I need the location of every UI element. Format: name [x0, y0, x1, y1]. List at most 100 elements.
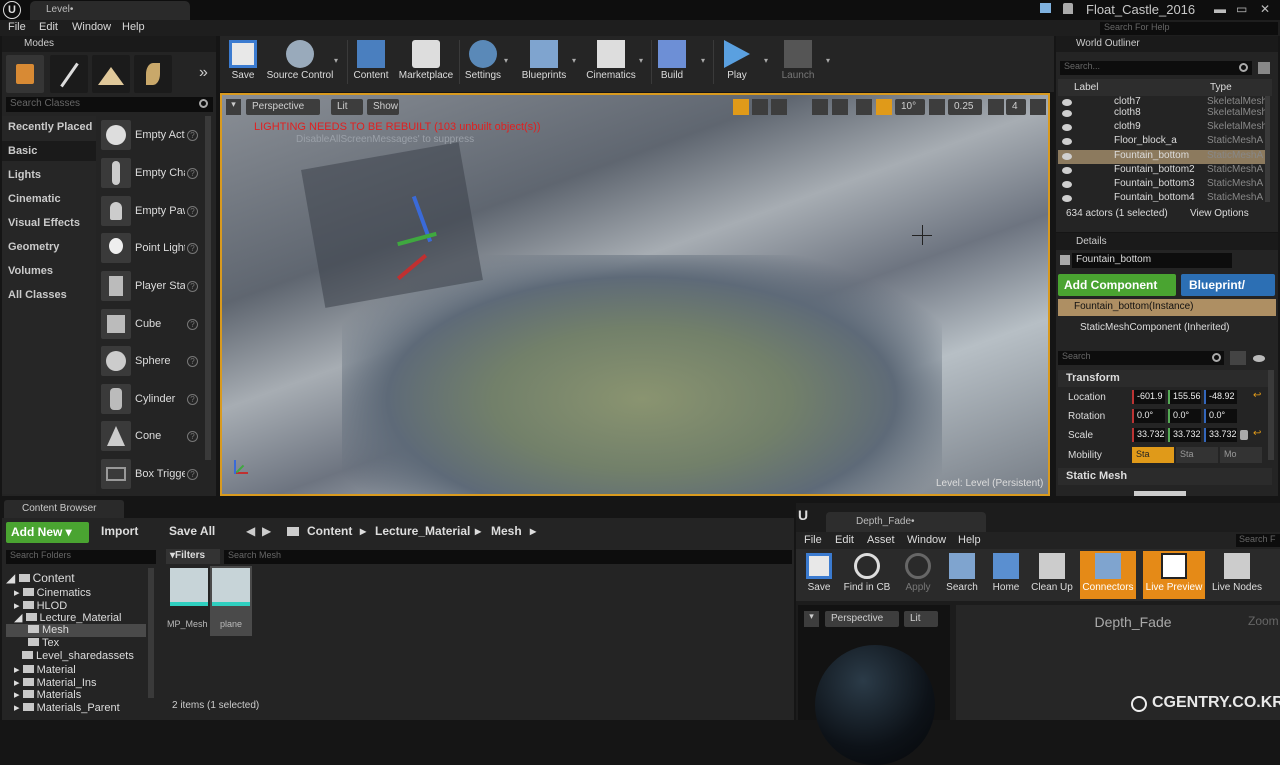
help-icon[interactable]: ?	[187, 431, 198, 442]
lock-icon[interactable]	[1063, 3, 1073, 14]
outliner-search-input[interactable]: Search...	[1060, 61, 1252, 75]
me-menu-asset[interactable]: Asset	[867, 534, 895, 546]
me-search-button[interactable]: Search	[942, 551, 982, 599]
add-new-button[interactable]: Add New ▾	[6, 522, 89, 543]
perspective-button[interactable]: Perspective	[246, 99, 320, 115]
rotation-snap-value[interactable]: 10°	[895, 99, 925, 115]
live-preview-button[interactable]: Live Preview	[1143, 551, 1205, 599]
location-x-field[interactable]: -601.9	[1132, 390, 1165, 404]
component-instance-row[interactable]: Fountain_bottom(Instance)	[1058, 299, 1276, 316]
category-volumes[interactable]: Volumes	[8, 265, 53, 277]
visibility-icon[interactable]	[1062, 124, 1072, 131]
scrollbar[interactable]	[1265, 96, 1270, 202]
lit-button[interactable]: Lit	[331, 99, 363, 115]
connectors-button[interactable]: Connectors	[1080, 551, 1136, 599]
preview-options-icon[interactable]: ▾	[804, 611, 819, 627]
menu-edit[interactable]: Edit	[39, 21, 58, 33]
help-icon[interactable]: ?	[187, 130, 198, 141]
breadcrumb-mesh[interactable]: Mesh	[491, 524, 522, 538]
maximize-icon[interactable]: ▭	[1236, 2, 1247, 16]
save-all-button[interactable]: Save All	[169, 524, 215, 538]
rotation-snap-icon[interactable]	[876, 99, 892, 115]
scrollbar[interactable]	[205, 116, 211, 460]
grid-snap-icon[interactable]	[856, 99, 872, 115]
box-trigger-icon[interactable]	[101, 459, 131, 489]
level-viewport[interactable]	[220, 93, 1050, 496]
menu-help[interactable]: Help	[122, 21, 145, 33]
lock-icon[interactable]	[1240, 430, 1248, 440]
blueprints-button[interactable]: Blueprints	[518, 38, 570, 88]
search-folders-input[interactable]: Search Folders	[6, 550, 156, 564]
home-button[interactable]: Home	[986, 551, 1026, 599]
column-label[interactable]: Label	[1074, 82, 1098, 93]
actor-empty-pawn[interactable]: Empty Pawn	[135, 205, 185, 217]
mesh-thumbnail[interactable]	[1134, 491, 1186, 496]
actor-sphere[interactable]: Sphere	[135, 355, 185, 367]
scale-label[interactable]: Scale	[1068, 430, 1093, 441]
visibility-icon[interactable]	[1062, 138, 1072, 145]
chevron-down-icon[interactable]: ▾	[764, 56, 768, 65]
folder-materials[interactable]: ▸ Materials	[14, 688, 81, 701]
help-icon[interactable]: ?	[187, 243, 198, 254]
rotation-label[interactable]: Rotation	[1068, 411, 1105, 422]
cylinder-icon[interactable]	[101, 384, 131, 414]
help-icon[interactable]: ?	[187, 168, 198, 179]
scale-snap-icon[interactable]	[929, 99, 945, 115]
viewport-options-icon[interactable]: ▾	[226, 99, 241, 115]
settings-button[interactable]: Settings	[462, 38, 504, 88]
save-button[interactable]: Save	[226, 38, 260, 88]
cone-icon[interactable]	[101, 421, 131, 451]
landscape-mode-icon[interactable]	[92, 55, 130, 93]
menu-file[interactable]: File	[8, 21, 26, 33]
foliage-mode-icon[interactable]	[134, 55, 172, 93]
search-mesh-input[interactable]: Search Mesh	[224, 550, 792, 564]
outliner-row[interactable]: Fountain_bottom4 StaticMeshA	[1058, 192, 1270, 202]
blueprint-button[interactable]: Blueprint/	[1181, 274, 1275, 296]
outliner-row[interactable]: Fountain_bottom3 StaticMeshA	[1058, 178, 1270, 192]
help-icon[interactable]: ?	[187, 281, 198, 292]
marketplace-button[interactable]: Marketplace	[396, 38, 456, 88]
visibility-icon[interactable]	[1062, 110, 1072, 117]
category-recently-placed[interactable]: Recently Placed	[8, 121, 92, 133]
location-y-field[interactable]: 155.56	[1168, 390, 1201, 404]
folder-level-sharedassets[interactable]: Level_sharedassets	[22, 650, 134, 662]
mobility-static-button[interactable]: Sta	[1132, 447, 1174, 463]
chevron-down-icon[interactable]: ▾	[504, 56, 508, 65]
breadcrumb-lecture-material[interactable]: Lecture_Material	[375, 524, 470, 538]
help-search-input[interactable]: Search For Help	[1100, 22, 1278, 35]
me-menu-file[interactable]: File	[804, 534, 822, 546]
me-menu-window[interactable]: Window	[907, 534, 946, 546]
chevron-down-icon[interactable]: ▾	[334, 56, 338, 65]
eye-icon[interactable]	[1253, 355, 1265, 362]
outliner-row[interactable]: cloth9 SkeletalMesh	[1058, 121, 1270, 135]
chevron-down-icon[interactable]: ▾	[639, 56, 643, 65]
category-all-classes[interactable]: All Classes	[8, 289, 67, 301]
visibility-icon[interactable]	[1062, 153, 1072, 160]
folder-lecture-material[interactable]: ◢ Lecture_Material	[14, 611, 121, 624]
view-options-button[interactable]: View Options	[1190, 208, 1249, 219]
folder-material[interactable]: ▸ Material	[14, 663, 76, 676]
mobility-movable-button[interactable]: Mo	[1220, 447, 1262, 463]
import-button[interactable]: Import	[101, 524, 138, 538]
grid-view-icon[interactable]	[1230, 351, 1246, 365]
player-start-icon[interactable]	[101, 271, 131, 301]
minimize-icon[interactable]: ▬	[1214, 2, 1226, 16]
chevron-right-icon[interactable]: »	[199, 64, 208, 82]
show-button[interactable]: Show	[367, 99, 399, 115]
folder-content[interactable]: ◢ Content	[6, 571, 75, 585]
filters-button[interactable]: ▾Filters	[166, 549, 220, 564]
feedback-icon[interactable]	[1040, 3, 1051, 13]
scrollbar[interactable]	[1268, 370, 1274, 460]
chevron-down-icon[interactable]: ▾	[701, 56, 705, 65]
visibility-icon[interactable]	[1062, 181, 1072, 188]
clean-up-button[interactable]: Clean Up	[1030, 551, 1074, 599]
me-menu-edit[interactable]: Edit	[835, 534, 854, 546]
scale-y-field[interactable]: 33.732	[1168, 428, 1201, 442]
camera-speed-icon[interactable]	[988, 99, 1004, 115]
actor-cube[interactable]: Cube	[135, 318, 185, 330]
chevron-down-icon[interactable]: ▾	[826, 56, 830, 65]
material-tab[interactable]: Depth_Fade•	[826, 512, 986, 532]
content-button[interactable]: Content	[351, 38, 391, 88]
actor-player-start[interactable]: Player Start	[135, 280, 185, 292]
folder-materials-parent[interactable]: ▸ Materials_Parent	[14, 701, 120, 714]
